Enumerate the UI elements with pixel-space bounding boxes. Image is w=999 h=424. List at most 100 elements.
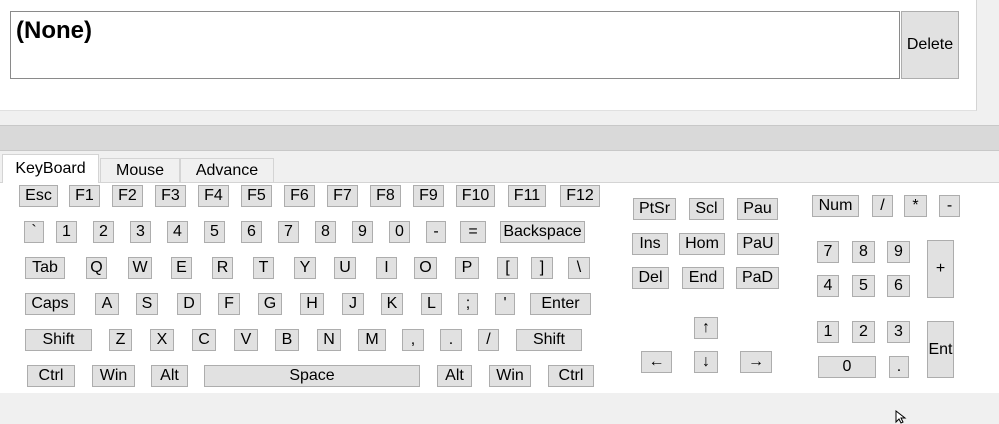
key-0[interactable]: 0 [389, 221, 410, 243]
key-o[interactable]: O [414, 257, 437, 279]
key-right-ctrl[interactable]: Ctrl [548, 365, 594, 387]
key-w[interactable]: W [128, 257, 152, 279]
key-u[interactable]: U [334, 257, 356, 279]
key-e[interactable]: E [171, 257, 192, 279]
key-caps[interactable]: Caps [25, 293, 75, 315]
key-numpad-7[interactable]: 7 [817, 241, 839, 263]
key-space[interactable]: Space [204, 365, 420, 387]
key-pause[interactable]: Pau [737, 198, 778, 220]
key-j[interactable]: J [342, 293, 364, 315]
key-enter[interactable]: Enter [530, 293, 591, 315]
key-backtick[interactable]: ` [24, 221, 44, 243]
splitter-bar[interactable] [0, 125, 999, 151]
key-numpad-divide[interactable]: / [872, 195, 893, 217]
key-print-screen[interactable]: PtSr [633, 198, 676, 220]
key-v[interactable]: V [234, 329, 258, 351]
key-m[interactable]: M [358, 329, 386, 351]
key-2[interactable]: 2 [93, 221, 114, 243]
key-comma[interactable]: , [402, 329, 424, 351]
key-numpad-9[interactable]: 9 [887, 241, 910, 263]
key-c[interactable]: C [192, 329, 216, 351]
key-7[interactable]: 7 [278, 221, 299, 243]
key-4[interactable]: 4 [167, 221, 188, 243]
key-q[interactable]: Q [86, 257, 107, 279]
key-tab[interactable]: Tab [25, 257, 65, 279]
key-left-win[interactable]: Win [92, 365, 135, 387]
key-f[interactable]: F [218, 293, 240, 315]
key-d[interactable]: D [177, 293, 201, 315]
key-f3[interactable]: F3 [155, 185, 186, 207]
key-equals[interactable]: = [460, 221, 486, 243]
key-left-bracket[interactable]: [ [497, 257, 518, 279]
key-backspace[interactable]: Backspace [500, 221, 585, 243]
key-right-win[interactable]: Win [489, 365, 531, 387]
key-backslash[interactable]: \ [568, 257, 590, 279]
key-left-alt[interactable]: Alt [151, 365, 188, 387]
key-left-ctrl[interactable]: Ctrl [27, 365, 75, 387]
key-num-lock[interactable]: Num [812, 195, 859, 217]
key-period[interactable]: . [440, 329, 462, 351]
key-right-arrow[interactable]: → [740, 351, 772, 373]
key-f4[interactable]: F4 [198, 185, 229, 207]
key-minus[interactable]: - [426, 221, 446, 243]
key-5[interactable]: 5 [204, 221, 225, 243]
key-numpad-decimal[interactable]: . [889, 356, 909, 378]
key-9[interactable]: 9 [352, 221, 373, 243]
key-z[interactable]: Z [109, 329, 132, 351]
key-f11[interactable]: F11 [508, 185, 546, 207]
tab-keyboard[interactable]: KeyBoard [2, 154, 99, 183]
key-numpad-multiply[interactable]: * [904, 195, 927, 217]
key-r[interactable]: R [212, 257, 233, 279]
key-f12[interactable]: F12 [560, 185, 600, 207]
key-s[interactable]: S [136, 293, 158, 315]
key-home[interactable]: Hom [679, 233, 725, 255]
key-up-arrow[interactable]: ↑ [694, 317, 718, 339]
key-p[interactable]: P [455, 257, 479, 279]
key-numpad-6[interactable]: 6 [887, 275, 910, 297]
key-numpad-3[interactable]: 3 [887, 321, 910, 343]
key-b[interactable]: B [275, 329, 299, 351]
key-right-bracket[interactable]: ] [531, 257, 553, 279]
key-y[interactable]: Y [294, 257, 316, 279]
key-l[interactable]: L [421, 293, 442, 315]
key-page-down[interactable]: PaD [736, 267, 779, 289]
key-6[interactable]: 6 [241, 221, 262, 243]
delete-button[interactable]: Delete [901, 11, 959, 79]
key-numpad-add[interactable]: + [927, 240, 954, 298]
key-right-alt[interactable]: Alt [437, 365, 472, 387]
key-g[interactable]: G [258, 293, 282, 315]
key-scroll-lock[interactable]: Scl [689, 198, 724, 220]
key-f1[interactable]: F1 [69, 185, 100, 207]
key-quote[interactable]: ' [495, 293, 515, 315]
key-f9[interactable]: F9 [413, 185, 444, 207]
key-esc[interactable]: Esc [19, 185, 58, 207]
key-x[interactable]: X [150, 329, 174, 351]
key-a[interactable]: A [95, 293, 119, 315]
key-f8[interactable]: F8 [370, 185, 401, 207]
key-t[interactable]: T [253, 257, 274, 279]
key-left-shift[interactable]: Shift [25, 329, 92, 351]
key-numpad-2[interactable]: 2 [852, 321, 875, 343]
key-insert[interactable]: Ins [632, 233, 668, 255]
key-8[interactable]: 8 [315, 221, 336, 243]
key-numpad-1[interactable]: 1 [817, 321, 839, 343]
key-f10[interactable]: F10 [456, 185, 495, 207]
key-page-up[interactable]: PaU [737, 233, 779, 255]
tab-mouse[interactable]: Mouse [100, 158, 180, 183]
key-delete[interactable]: Del [632, 267, 669, 289]
key-1[interactable]: 1 [56, 221, 77, 243]
key-numpad-5[interactable]: 5 [852, 275, 875, 297]
key-down-arrow[interactable]: ↓ [694, 351, 718, 373]
key-f6[interactable]: F6 [284, 185, 315, 207]
key-f2[interactable]: F2 [112, 185, 143, 207]
key-display-field[interactable]: (None) [10, 11, 900, 79]
key-semicolon[interactable]: ; [458, 293, 478, 315]
key-numpad-8[interactable]: 8 [852, 241, 875, 263]
key-n[interactable]: N [317, 329, 341, 351]
key-numpad-enter[interactable]: Ent [927, 321, 954, 378]
key-numpad-0[interactable]: 0 [818, 356, 876, 378]
key-3[interactable]: 3 [130, 221, 151, 243]
key-numpad-subtract[interactable]: - [939, 195, 960, 217]
key-right-shift[interactable]: Shift [516, 329, 582, 351]
key-i[interactable]: I [376, 257, 397, 279]
